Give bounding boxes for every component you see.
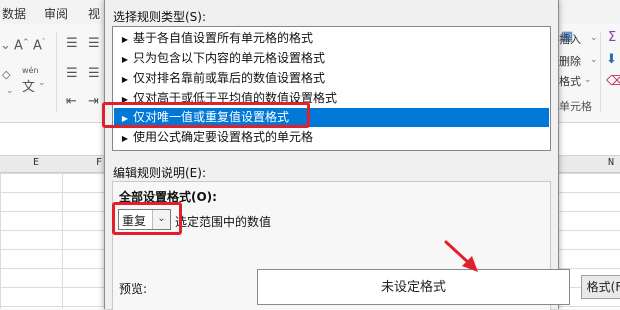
column-header-f[interactable]: F	[96, 157, 102, 168]
range-values-text: 选定范围中的数值	[175, 215, 272, 229]
align-top-icon[interactable]: ☰	[66, 36, 78, 51]
rule-type-text: 使用公式确定要设置格式的单元格	[133, 130, 314, 144]
cells-group-label: 单元格	[559, 100, 592, 113]
align-center-icon[interactable]: ☰	[88, 66, 100, 81]
sum-icon[interactable]: Σ	[608, 30, 616, 45]
fill-icon[interactable]: ⬇	[606, 52, 617, 67]
format-dropdown-icon[interactable]: ⌄	[584, 75, 592, 85]
delete-label[interactable]: 删除	[559, 53, 581, 69]
new-formatting-rule-dialog: 选择规则类型(S): ▶ 基于各自值设置所有单元格的格式 ▶ 只为包含以下内容的单元…	[104, 0, 620, 310]
clear-format-icon[interactable]: ◇	[2, 68, 10, 81]
phonetic-icon[interactable]: 文	[22, 76, 35, 95]
bullet-triangle-icon: ▶	[121, 55, 129, 64]
tab-view[interactable]: 视	[88, 5, 100, 22]
annotation-arrow-icon	[444, 240, 478, 272]
rule-type-item[interactable]: ▶ 使用公式确定要设置格式的单元格	[114, 128, 549, 147]
insert-label[interactable]: 插入	[559, 31, 581, 47]
rule-type-text: 只为包含以下内容的单元格设置格式	[133, 51, 326, 65]
bullet-triangle-icon: ▶	[121, 35, 129, 44]
increase-indent-icon[interactable]: ⇥	[88, 94, 99, 109]
bullet-triangle-icon: ▶	[121, 134, 129, 143]
format-label[interactable]: 格式	[559, 73, 581, 89]
align-middle-icon[interactable]: ☰	[88, 36, 100, 51]
column-header-n[interactable]: N	[608, 157, 614, 168]
ribbon-separator	[600, 32, 601, 112]
decrease-indent-icon[interactable]: ⇤	[66, 94, 77, 109]
tab-data[interactable]: 数据	[2, 5, 26, 22]
phonetic-dropdown-icon[interactable]: ⌄	[38, 78, 46, 88]
font-size-dropdown-icon[interactable]: ⌄	[0, 38, 11, 53]
rule-type-item[interactable]: ▶ 只为包含以下内容的单元格设置格式	[114, 49, 549, 68]
decrease-font-icon[interactable]: Aˇ	[33, 38, 45, 53]
rule-type-text: 仅对排名靠前或靠后的数值设置格式	[133, 71, 326, 85]
column-header-e[interactable]: E	[33, 157, 39, 168]
annotation-highlight-select	[112, 202, 182, 235]
clear-icon[interactable]: ⌫	[606, 74, 620, 89]
ribbon-separator	[56, 32, 57, 112]
rule-type-item[interactable]: ▶ 仅对排名靠前或靠后的数值设置格式	[114, 69, 549, 88]
delete-dropdown-icon[interactable]: ⌄	[590, 55, 598, 65]
insert-dropdown-icon[interactable]: ⌄	[590, 33, 598, 43]
rule-type-item[interactable]: ▶ 基于各自值设置所有单元格的格式	[114, 29, 549, 48]
increase-font-icon[interactable]: A^	[14, 38, 29, 53]
phonetic-wen-label: wén	[22, 66, 39, 75]
tab-review[interactable]: 审阅	[44, 5, 68, 22]
rule-type-list[interactable]: ▶ 基于各自值设置所有单元格的格式 ▶ 只为包含以下内容的单元格设置格式 ▶ 仅对排名…	[112, 26, 551, 151]
bullet-triangle-icon: ▶	[121, 75, 129, 84]
rule-type-text: 基于各自值设置所有单元格的格式	[133, 31, 314, 45]
edit-description-label: 编辑规则说明(E):	[113, 166, 206, 180]
format-button[interactable]: 格式(F)...	[581, 275, 620, 299]
preview-label: 预览:	[119, 282, 148, 296]
align-left-icon[interactable]: ☰	[66, 66, 78, 81]
annotation-highlight-rule	[102, 102, 310, 128]
format-preview: 未设定格式	[257, 269, 570, 305]
rule-type-label: 选择规则类型(S):	[113, 10, 207, 24]
clear-dropdown-icon[interactable]: ⌄	[6, 86, 14, 96]
